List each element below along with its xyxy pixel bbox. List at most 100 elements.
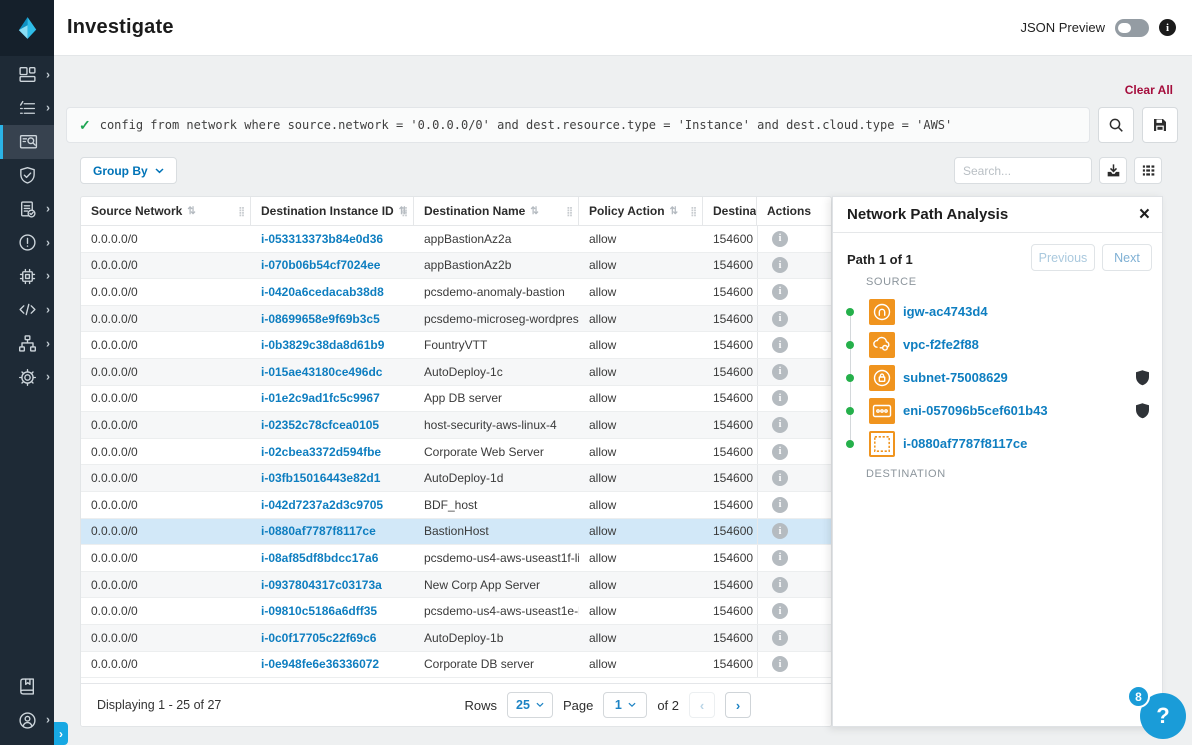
sidebar-item-compute-chip[interactable]: › bbox=[0, 260, 54, 294]
table-row[interactable]: 0.0.0.0/0 i-0420a6cedacab38d8 pcsdemo-an… bbox=[81, 279, 831, 306]
sidebar-item-user-profile[interactable]: › bbox=[0, 703, 54, 737]
sidebar-item-docs-book[interactable] bbox=[0, 670, 54, 704]
resource-link[interactable]: igw-ac4743d4 bbox=[903, 304, 988, 319]
info-icon[interactable]: i bbox=[772, 363, 788, 380]
column-header-destination-instance-id[interactable]: Destination Instance ID ⇅ ⣿ bbox=[251, 197, 414, 225]
instance-id-link[interactable]: i-0c0f17705c22f69c6 bbox=[261, 631, 376, 645]
resource-link[interactable]: eni-057096b5cef601b43 bbox=[903, 403, 1048, 418]
table-row[interactable]: 0.0.0.0/0 i-0c0f17705c22f69c6 AutoDeploy… bbox=[81, 624, 831, 652]
column-header-destination-name[interactable]: Destination Name ⇅ ⣿ bbox=[414, 197, 579, 225]
sidebar-item-runbooks[interactable]: › bbox=[0, 92, 54, 126]
info-icon[interactable]: i bbox=[772, 337, 788, 354]
info-icon[interactable]: i bbox=[772, 310, 788, 327]
info-icon[interactable]: i bbox=[772, 283, 788, 300]
table-row[interactable]: 0.0.0.0/0 i-08af85df8bdcc17a6 pcsdemo-us… bbox=[81, 545, 831, 572]
table-row[interactable]: 0.0.0.0/0 i-053313373b84e0d36 appBastion… bbox=[81, 226, 831, 253]
table-row[interactable]: 0.0.0.0/0 i-02352c78cfcea0105 host-secur… bbox=[81, 412, 831, 439]
save-search-button[interactable] bbox=[1142, 107, 1178, 143]
instance-id-link[interactable]: i-042d7237a2d3c9705 bbox=[261, 498, 383, 512]
instance-id-link[interactable]: i-03fb15016443e82d1 bbox=[261, 471, 380, 485]
info-icon[interactable]: i bbox=[772, 257, 788, 274]
rows-per-page-select[interactable]: 25 bbox=[507, 692, 553, 718]
resource-link[interactable]: vpc-f2fe2f88 bbox=[903, 337, 979, 352]
table-row[interactable]: 0.0.0.0/0 i-09810c5186a6dff35 pcsdemo-us… bbox=[81, 598, 831, 625]
instance-id-link[interactable]: i-015ae43180ce496dc bbox=[261, 365, 382, 379]
sidebar-item-alerts[interactable]: › bbox=[0, 226, 54, 260]
run-search-button[interactable] bbox=[1098, 107, 1134, 143]
info-icon[interactable]: i bbox=[772, 416, 788, 433]
sidebar-item-dashboard[interactable]: › bbox=[0, 58, 54, 92]
sort-icon: ⇅ bbox=[187, 205, 196, 217]
path-node: igw-ac4743d4 bbox=[833, 295, 1164, 328]
sidebar-item-settings-gear[interactable]: › bbox=[0, 360, 54, 394]
download-button[interactable] bbox=[1099, 157, 1127, 184]
instance-id-link[interactable]: i-08699658e9f69b3c5 bbox=[261, 312, 380, 326]
table-row[interactable]: 0.0.0.0/0 i-042d7237a2d3c9705 BDF_host a… bbox=[81, 491, 831, 519]
close-icon[interactable]: × bbox=[1139, 205, 1150, 224]
table-row[interactable]: 0.0.0.0/0 i-0880af7787f8117ce BastionHos… bbox=[81, 518, 831, 546]
group-by-button[interactable]: Group By bbox=[80, 157, 177, 184]
table-row[interactable]: 0.0.0.0/0 i-0937804317c03173a New Corp A… bbox=[81, 571, 831, 599]
table-row[interactable]: 0.0.0.0/0 i-015ae43180ce496dc AutoDeploy… bbox=[81, 358, 831, 386]
instance-id-link[interactable]: i-02352c78cfcea0105 bbox=[261, 418, 379, 432]
drag-handle-icon[interactable]: ⣿ bbox=[690, 206, 697, 217]
drag-handle-icon[interactable]: ⣿ bbox=[566, 206, 573, 217]
next-page-button[interactable]: › bbox=[725, 692, 751, 718]
instance-id-link[interactable]: i-0937804317c03173a bbox=[261, 578, 382, 592]
info-icon[interactable]: i bbox=[772, 629, 788, 646]
info-icon[interactable]: i bbox=[772, 603, 788, 620]
clear-all-button[interactable]: Clear All bbox=[1125, 83, 1173, 97]
resource-link[interactable]: i-0880af7787f8117ce bbox=[903, 436, 1027, 451]
sidebar-item-investigate[interactable] bbox=[0, 125, 54, 159]
info-icon[interactable]: i bbox=[772, 549, 788, 566]
previous-page-button[interactable]: ‹ bbox=[689, 692, 715, 718]
table-row[interactable]: 0.0.0.0/0 i-0e948fe6e36336072 Corporate … bbox=[81, 651, 831, 679]
info-icon[interactable]: i bbox=[772, 496, 788, 513]
info-icon[interactable]: i bbox=[772, 443, 788, 460]
info-icon[interactable]: i bbox=[772, 230, 788, 247]
table-row[interactable]: 0.0.0.0/0 i-070b06b54cf7024ee appBastion… bbox=[81, 252, 831, 280]
table-row[interactable]: 0.0.0.0/0 i-08699658e9f69b3c5 pcsdemo-mi… bbox=[81, 305, 831, 333]
instance-id-link[interactable]: i-09810c5186a6dff35 bbox=[261, 604, 377, 618]
table-row[interactable]: 0.0.0.0/0 i-03fb15016443e82d1 AutoDeploy… bbox=[81, 465, 831, 492]
path-previous-button[interactable]: Previous bbox=[1031, 244, 1095, 271]
sidebar-item-compliance-doc[interactable]: › bbox=[0, 192, 54, 226]
table-search-input[interactable] bbox=[963, 163, 1118, 178]
sidebar-item-network-topology[interactable]: › bbox=[0, 327, 54, 361]
column-header-policy-action[interactable]: Policy Action ⇅ ⣿ bbox=[579, 197, 703, 225]
sidebar-expand-button[interactable]: › bbox=[54, 722, 68, 745]
info-icon[interactable]: i bbox=[1159, 19, 1176, 36]
query-input[interactable]: ✓ config from network where source.netwo… bbox=[66, 107, 1090, 143]
json-preview-toggle[interactable] bbox=[1115, 18, 1149, 37]
info-icon[interactable]: i bbox=[772, 656, 788, 673]
page-select[interactable]: 1 bbox=[603, 692, 648, 718]
instance-id-link[interactable]: i-070b06b54cf7024ee bbox=[261, 258, 380, 272]
info-icon[interactable]: i bbox=[772, 470, 788, 487]
drag-handle-icon[interactable]: ⣿ bbox=[238, 206, 245, 217]
instance-id-link[interactable]: i-053313373b84e0d36 bbox=[261, 232, 383, 246]
instance-id-link[interactable]: i-08af85df8bdcc17a6 bbox=[261, 551, 378, 565]
instance-id-link[interactable]: i-0880af7787f8117ce bbox=[261, 524, 376, 538]
cell-destination-name: New Corp App Server bbox=[424, 577, 541, 592]
cell-source-network: 0.0.0.0/0 bbox=[91, 444, 138, 459]
column-header-source-network[interactable]: Source Network ⇅ ⣿ bbox=[81, 197, 251, 225]
resource-link[interactable]: subnet-75008629 bbox=[903, 370, 1008, 385]
instance-id-link[interactable]: i-01e2c9ad1fc5c9967 bbox=[261, 391, 380, 405]
table-row[interactable]: 0.0.0.0/0 i-0b3829c38da8d61b9 FountryVTT… bbox=[81, 332, 831, 359]
table-row[interactable]: 0.0.0.0/0 i-02cbea3372d594fbe Corporate … bbox=[81, 438, 831, 466]
drag-handle-icon[interactable]: ⣿ bbox=[401, 206, 408, 217]
instance-id-link[interactable]: i-0e948fe6e36336072 bbox=[261, 657, 379, 671]
instance-id-link[interactable]: i-02cbea3372d594fbe bbox=[261, 445, 381, 459]
instance-id-link[interactable]: i-0b3829c38da8d61b9 bbox=[261, 338, 384, 352]
info-icon[interactable]: i bbox=[772, 523, 788, 540]
sidebar-item-shield-check[interactable] bbox=[0, 159, 54, 193]
path-next-button[interactable]: Next bbox=[1102, 244, 1152, 271]
info-icon[interactable]: i bbox=[772, 576, 788, 593]
table-row[interactable]: 0.0.0.0/0 i-01e2c9ad1fc5c9967 App DB ser… bbox=[81, 385, 831, 413]
cell-instance-id: i-070b06b54cf7024ee bbox=[251, 253, 414, 279]
cell-destination: 154600 bbox=[713, 258, 754, 273]
column-settings-button[interactable] bbox=[1134, 157, 1162, 184]
info-icon[interactable]: i bbox=[772, 390, 788, 407]
sidebar-item-code[interactable]: › bbox=[0, 293, 54, 327]
instance-id-link[interactable]: i-0420a6cedacab38d8 bbox=[261, 285, 384, 299]
